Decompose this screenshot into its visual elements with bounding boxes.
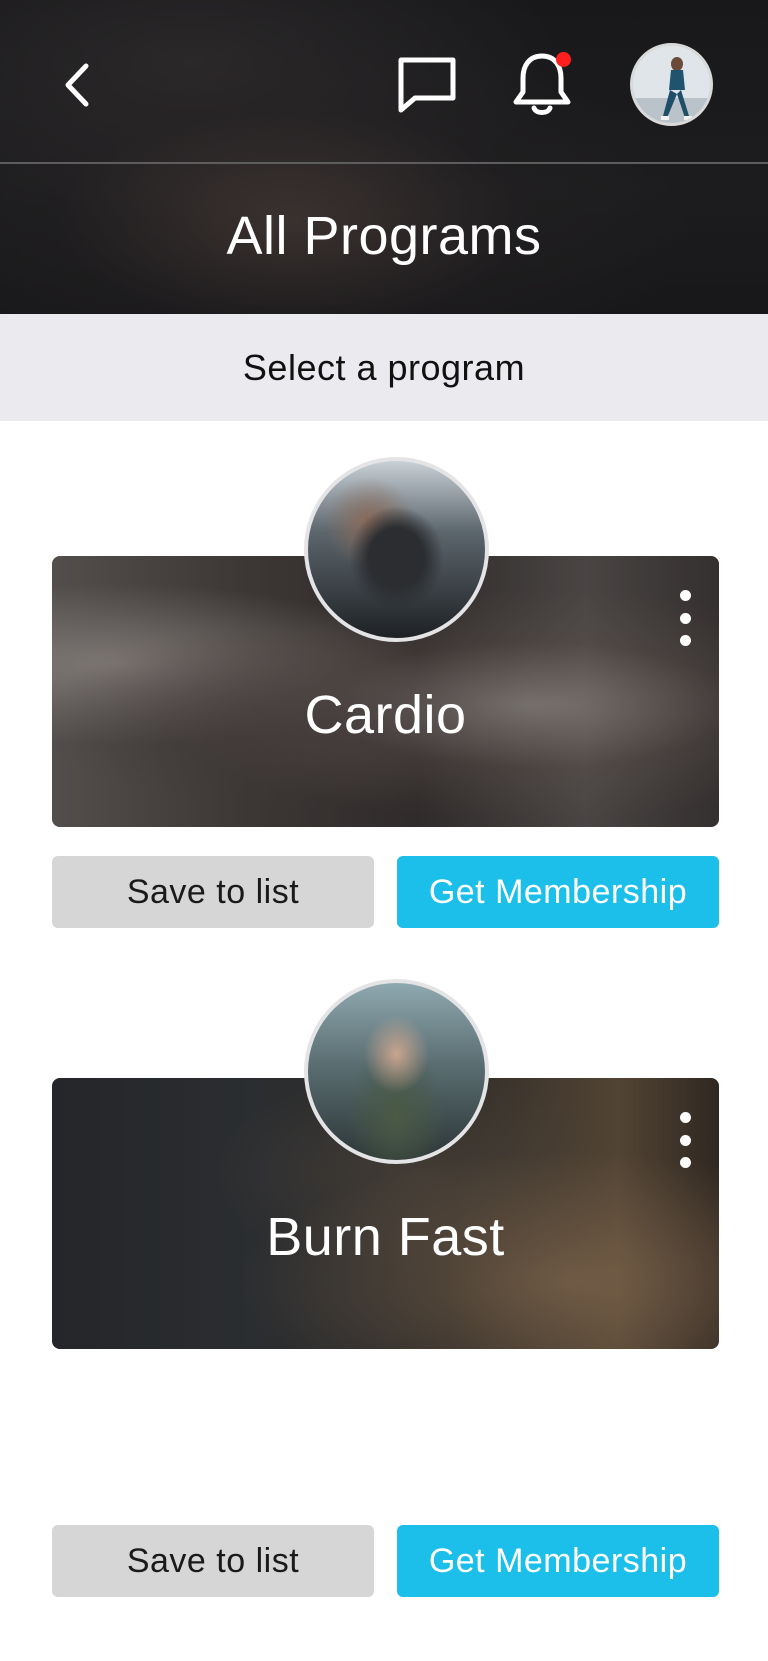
program-title: Cardio	[304, 685, 467, 745]
more-vertical-icon	[679, 635, 691, 646]
more-vertical-icon	[679, 1134, 691, 1146]
chat-button[interactable]	[395, 52, 459, 116]
get-membership-button[interactable]: Get Membership	[397, 856, 719, 928]
program-thumbnail[interactable]	[304, 979, 489, 1164]
subheader-label: Select a program	[242, 346, 526, 388]
program-title: Burn Fast	[266, 1207, 505, 1267]
avatar[interactable]	[630, 43, 713, 126]
back-button[interactable]	[52, 55, 102, 115]
subheader: Select a program	[0, 314, 768, 421]
chevron-left-icon	[65, 63, 89, 107]
save-to-list-button[interactable]: Save to list	[52, 856, 374, 928]
page-title: All Programs	[226, 206, 542, 266]
more-vertical-icon	[679, 590, 691, 601]
save-to-list-button[interactable]: Save to list	[52, 1525, 374, 1597]
more-vertical-icon	[679, 612, 691, 624]
more-vertical-icon	[679, 1112, 691, 1123]
header-divider	[0, 162, 768, 164]
notification-badge	[556, 52, 571, 67]
header: All Programs	[0, 0, 768, 314]
chat-bubble-icon	[398, 57, 456, 113]
more-options-button[interactable]	[675, 1112, 695, 1168]
more-vertical-icon	[679, 1157, 691, 1168]
program-thumbnail[interactable]	[304, 457, 489, 642]
more-options-button[interactable]	[675, 590, 695, 646]
get-membership-button[interactable]: Get Membership	[397, 1525, 719, 1597]
notifications-button[interactable]	[510, 50, 574, 118]
